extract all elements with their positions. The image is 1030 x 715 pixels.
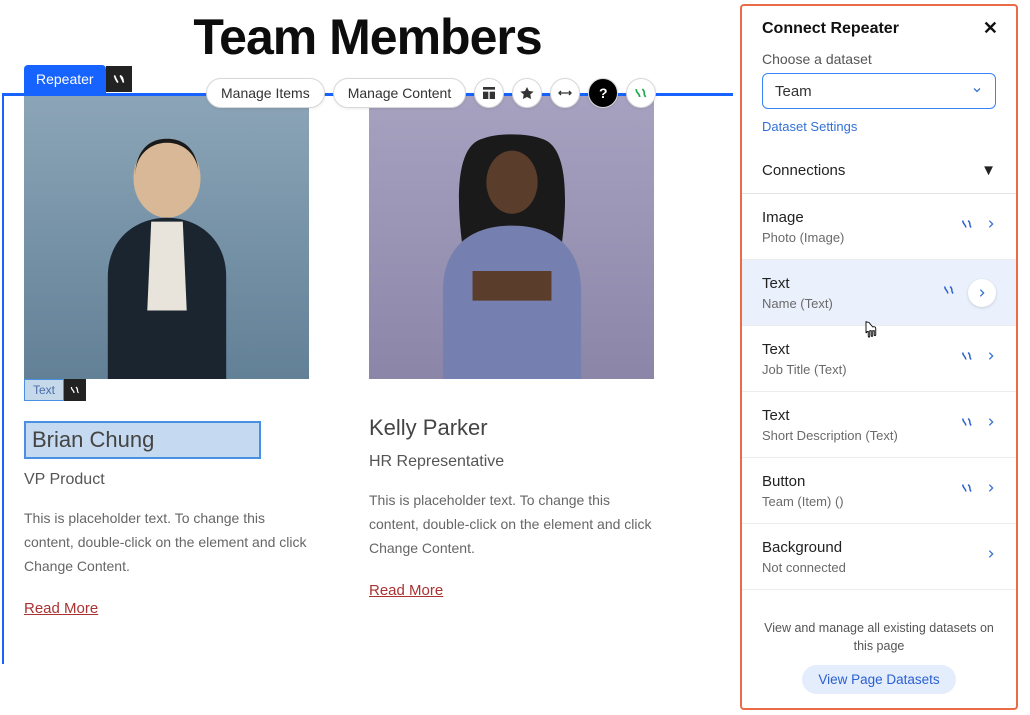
- connection-title: Text: [762, 275, 833, 292]
- connected-icon: [960, 349, 974, 368]
- chevron-right-icon: [986, 415, 996, 434]
- connected-icon: [942, 283, 956, 302]
- team-member-card[interactable]: Kelly Parker HR Representative This is p…: [369, 94, 654, 617]
- connection-subtitle: Team (Item) (): [762, 494, 844, 509]
- connections-section-header[interactable]: Connections ▼: [742, 148, 1016, 194]
- connection-title: Image: [762, 209, 844, 226]
- connection-title: Text: [762, 407, 898, 424]
- connection-item-text-job-title[interactable]: Text Job Title (Text): [742, 326, 1016, 392]
- manage-items-button[interactable]: Manage Items: [206, 78, 325, 108]
- repeater-badge-label: Repeater: [24, 65, 106, 93]
- text-element-badge[interactable]: Text: [24, 379, 86, 401]
- stretch-icon[interactable]: [550, 78, 580, 108]
- connection-item-image[interactable]: Image Photo (Image): [742, 194, 1016, 260]
- connection-subtitle: Not connected: [762, 560, 846, 575]
- caret-down-icon: ▼: [981, 162, 996, 179]
- panel-title: Connect Repeater: [762, 20, 899, 38]
- connected-icon: [960, 481, 974, 500]
- help-icon[interactable]: ?: [588, 78, 618, 108]
- team-member-card[interactable]: Text Brian Chung VP Product This is plac…: [24, 94, 309, 617]
- connect-data-icon[interactable]: [106, 66, 132, 92]
- connection-subtitle: Photo (Image): [762, 230, 844, 245]
- person-silhouette-icon: [412, 123, 612, 380]
- repeater-container[interactable]: Repeater Manage Items Manage Content ?: [0, 94, 735, 617]
- connected-icon: [960, 415, 974, 434]
- chevron-down-icon: [971, 83, 983, 100]
- view-page-datasets-button[interactable]: View Page Datasets: [802, 665, 955, 694]
- read-more-link[interactable]: Read More: [24, 600, 309, 617]
- animation-icon[interactable]: [512, 78, 542, 108]
- panel-footer-text: View and manage all existing datasets on…: [762, 620, 996, 655]
- connections-label: Connections: [762, 162, 845, 179]
- repeater-badge[interactable]: Repeater: [24, 65, 132, 93]
- text-badge-label: Text: [24, 379, 64, 401]
- member-description[interactable]: This is placeholder text. To change this…: [369, 489, 654, 560]
- member-description[interactable]: This is placeholder text. To change this…: [24, 507, 309, 578]
- page-title: Team Members: [0, 8, 735, 66]
- connections-list: Image Photo (Image) Text Name (Text) Tex…: [742, 194, 1016, 604]
- choose-dataset-label: Choose a dataset: [762, 51, 996, 67]
- connection-item-text-name[interactable]: Text Name (Text): [742, 260, 1016, 326]
- connect-repeater-panel: Connect Repeater ✕ Choose a dataset Team…: [740, 4, 1018, 710]
- connection-title: Background: [762, 539, 846, 556]
- connection-title: Text: [762, 341, 847, 358]
- chevron-right-icon: [968, 279, 996, 307]
- chevron-right-icon: [986, 349, 996, 368]
- connect-data-toolbar-icon[interactable]: [626, 78, 656, 108]
- connect-data-icon[interactable]: [64, 379, 86, 401]
- cursor-pointer-icon: [860, 319, 878, 346]
- connection-title: Button: [762, 473, 844, 490]
- member-photo[interactable]: [24, 94, 309, 379]
- dataset-select-value: Team: [775, 83, 812, 100]
- chevron-right-icon: [986, 547, 996, 566]
- connection-item-button[interactable]: Button Team (Item) (): [742, 458, 1016, 524]
- member-name[interactable]: Kelly Parker: [369, 415, 654, 441]
- layout-icon[interactable]: [474, 78, 504, 108]
- manage-content-button[interactable]: Manage Content: [333, 78, 467, 108]
- dataset-settings-link[interactable]: Dataset Settings: [762, 119, 857, 134]
- chevron-right-icon: [986, 481, 996, 500]
- close-icon[interactable]: ✕: [983, 18, 998, 39]
- chevron-right-icon: [986, 217, 996, 236]
- member-role[interactable]: VP Product: [24, 471, 309, 489]
- repeater-floating-toolbar: Manage Items Manage Content ?: [206, 78, 656, 108]
- connection-subtitle: Name (Text): [762, 296, 833, 311]
- dataset-select[interactable]: Team: [762, 73, 996, 109]
- connected-icon: [960, 217, 974, 236]
- connection-item-text-description[interactable]: Text Short Description (Text): [742, 392, 1016, 458]
- member-photo[interactable]: [369, 94, 654, 379]
- repeater-selection-outline-left: [2, 94, 4, 664]
- connection-subtitle: Short Description (Text): [762, 428, 898, 443]
- person-silhouette-icon: [67, 123, 267, 380]
- read-more-link[interactable]: Read More: [369, 582, 654, 599]
- connection-item-background[interactable]: Background Not connected: [742, 524, 1016, 590]
- member-name[interactable]: Brian Chung: [24, 421, 261, 459]
- member-role[interactable]: HR Representative: [369, 453, 654, 471]
- connection-subtitle: Job Title (Text): [762, 362, 847, 377]
